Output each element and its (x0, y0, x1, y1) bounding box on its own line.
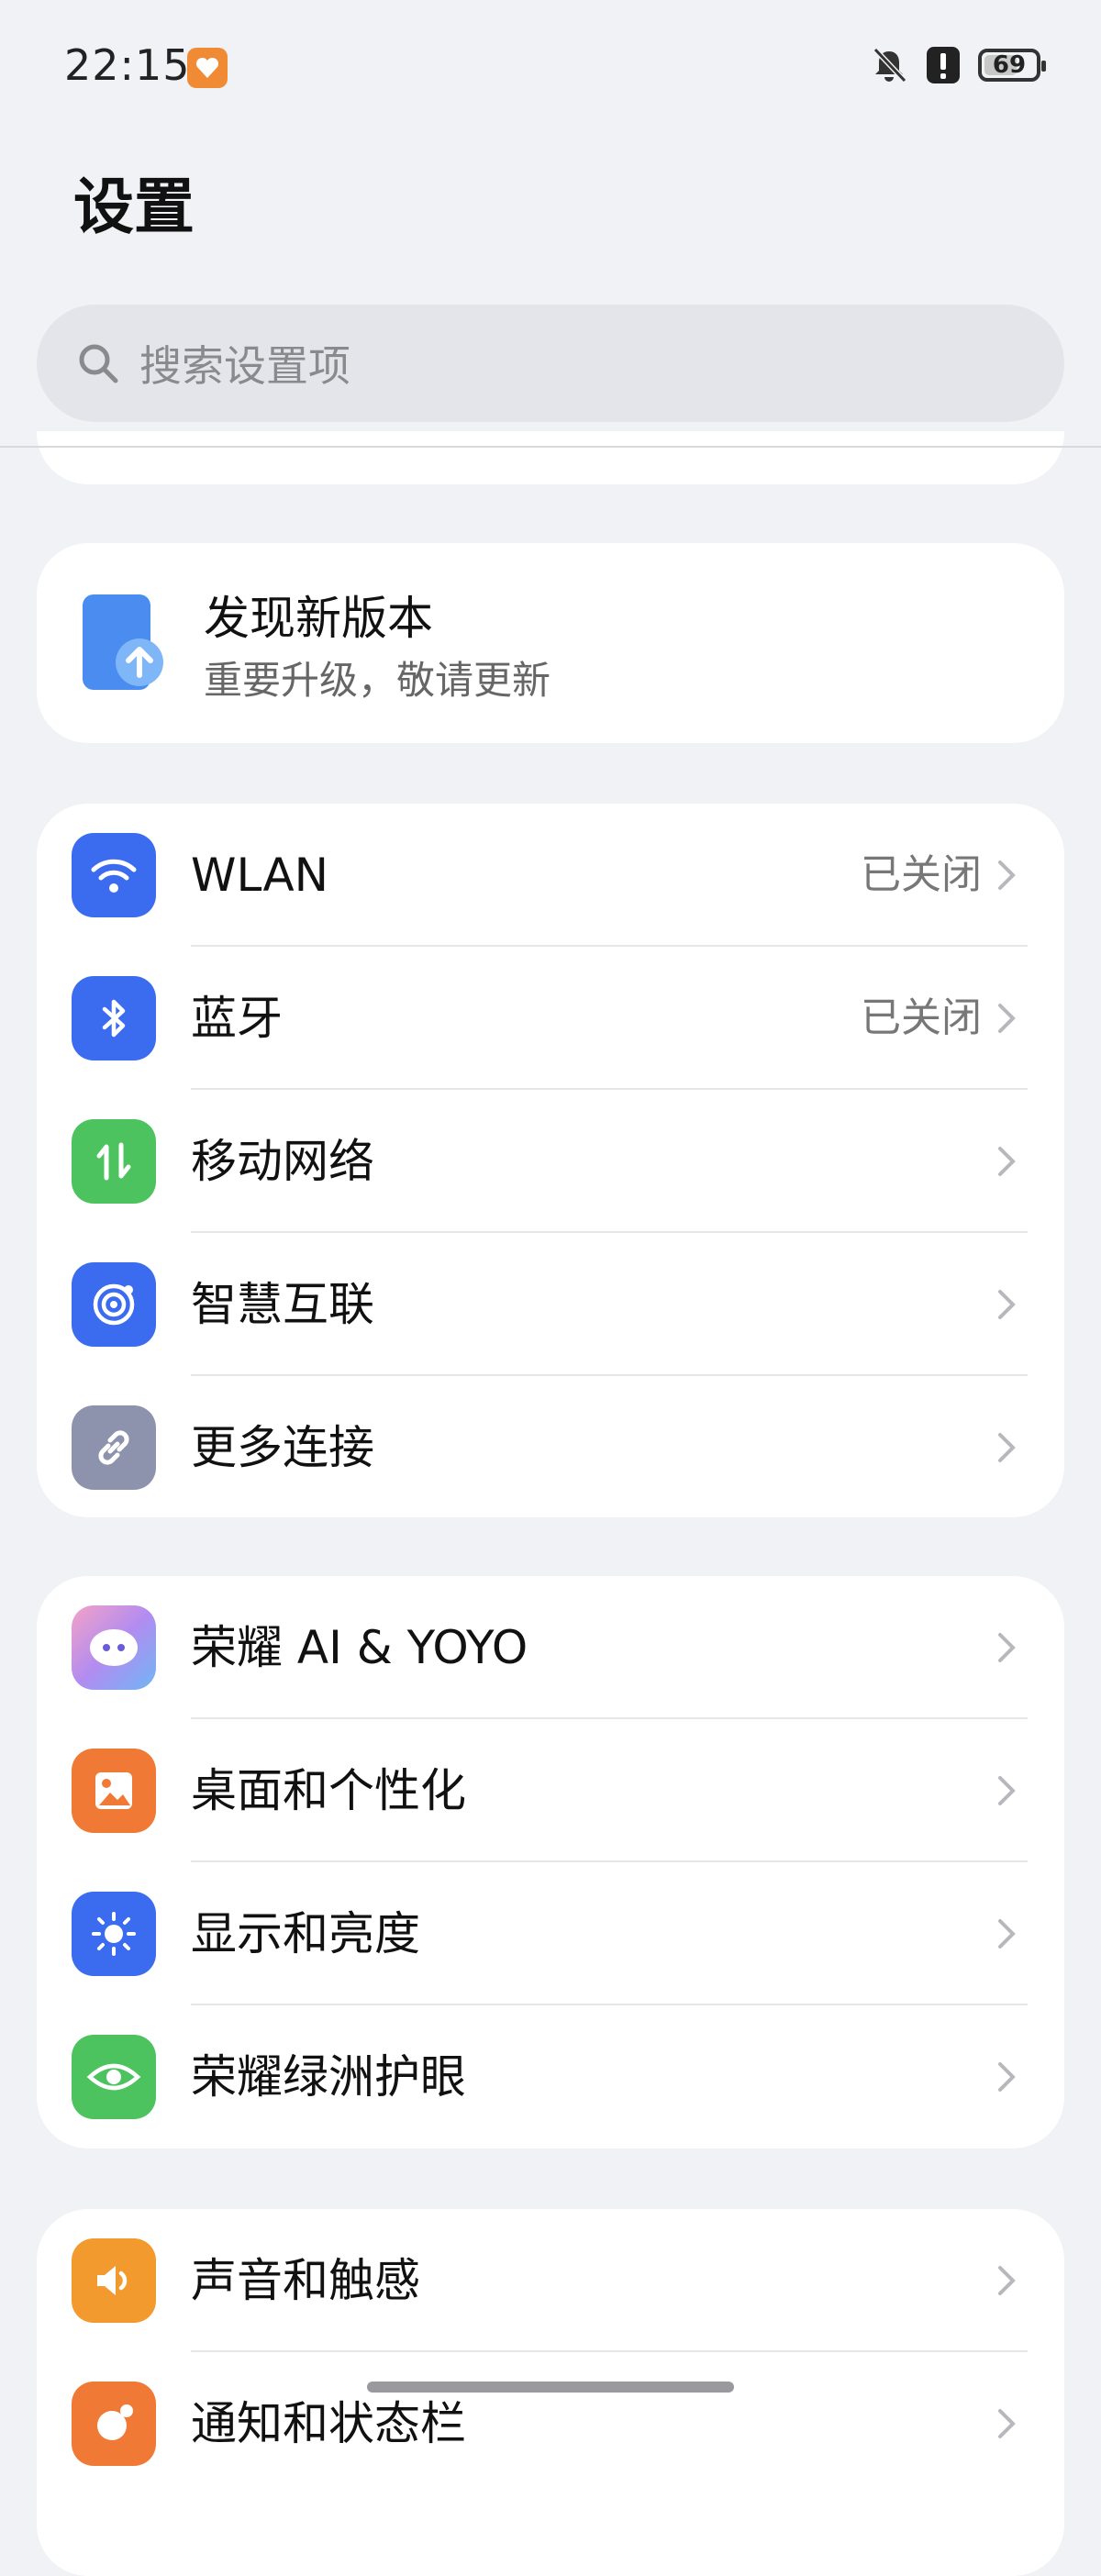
battery-icon: 69 (978, 49, 1046, 82)
chevron-right-icon (998, 2409, 1016, 2438)
search-input[interactable]: 搜索设置项 (37, 305, 1064, 422)
chevron-right-icon (998, 861, 1016, 890)
settings-item-home-screen[interactable]: 桌面和个性化 (37, 1719, 1064, 1862)
notification-icon (72, 2382, 156, 2466)
chevron-right-icon (998, 1776, 1016, 1805)
chevron-right-icon (998, 1433, 1016, 1462)
settings-item-more-connections[interactable]: 更多连接 (37, 1376, 1064, 1519)
update-title: 发现新版本 (204, 592, 433, 645)
item-value: 已关闭 (861, 994, 982, 1041)
item-label: 更多连接 (191, 1421, 374, 1474)
personalization-group: 荣耀 AI & YOYO 桌面和个性化 显示和亮度 荣耀绿洲护眼 (37, 1576, 1064, 2149)
item-label: 显示和亮度 (191, 1907, 420, 1960)
system-update-card[interactable]: 发现新版本 重要升级，敬请更新 (37, 543, 1064, 743)
settings-item-sound-haptics[interactable]: 声音和触感 (37, 2209, 1064, 2352)
chevron-right-icon (998, 2266, 1016, 2295)
update-subtitle: 重要升级，敬请更新 (204, 658, 551, 703)
eye-comfort-icon (72, 2035, 156, 2119)
link-icon (72, 1405, 156, 1490)
header-divider (0, 446, 1101, 448)
chevron-right-icon (998, 2062, 1016, 2092)
chevron-right-icon (998, 1147, 1016, 1176)
home-indicator[interactable] (367, 2382, 734, 2393)
mute-bell-icon (873, 47, 907, 83)
item-value: 已关闭 (861, 851, 982, 898)
search-placeholder: 搜索设置项 (139, 341, 350, 391)
item-label: 移动网络 (191, 1135, 374, 1188)
yoyo-assistant-icon (72, 1605, 156, 1690)
system-update-icon (83, 594, 163, 690)
item-label: 通知和状态栏 (191, 2397, 466, 2450)
mobile-data-icon (72, 1119, 156, 1204)
smart-connect-icon (72, 1262, 156, 1347)
alert-icon (927, 47, 960, 83)
status-icons: 69 (870, 46, 1046, 84)
settings-item-display-brightness[interactable]: 显示和亮度 (37, 1862, 1064, 2005)
battery-level: 69 (992, 51, 1027, 79)
wallpaper-icon (72, 1749, 156, 1833)
brightness-icon (72, 1892, 156, 1976)
chevron-right-icon (998, 1290, 1016, 1319)
search-icon (79, 344, 118, 383)
settings-item-smart-connect[interactable]: 智慧互联 (37, 1233, 1064, 1376)
settings-item-wlan[interactable]: WLAN 已关闭 (37, 804, 1064, 947)
item-label: 荣耀绿洲护眼 (191, 2050, 466, 2104)
item-label: WLAN (191, 849, 329, 902)
status-time: 22:15 (64, 40, 191, 90)
settings-item-eye-comfort[interactable]: 荣耀绿洲护眼 (37, 2005, 1064, 2149)
bluetooth-icon (72, 976, 156, 1060)
item-label: 蓝牙 (191, 992, 283, 1045)
chevron-right-icon (998, 1004, 1016, 1033)
settings-item-bluetooth[interactable]: 蓝牙 已关闭 (37, 947, 1064, 1090)
settings-item-honor-ai-yoyo[interactable]: 荣耀 AI & YOYO (37, 1576, 1064, 1719)
app-notification-icon (187, 48, 228, 88)
sound-icon (72, 2238, 156, 2323)
item-label: 智慧互联 (191, 1278, 374, 1331)
settings-item-mobile-network[interactable]: 移动网络 (37, 1090, 1064, 1233)
connectivity-group: WLAN 已关闭 蓝牙 已关闭 移动网络 智慧互联 更多连接 (37, 804, 1064, 1517)
wifi-icon (72, 833, 156, 917)
page-title: 设置 (73, 172, 195, 242)
chevron-right-icon (998, 1919, 1016, 1949)
item-label: 荣耀 AI & YOYO (191, 1621, 528, 1674)
item-label: 声音和触感 (191, 2254, 420, 2307)
account-card[interactable] (37, 431, 1064, 484)
chevron-right-icon (998, 1633, 1016, 1662)
item-label: 桌面和个性化 (191, 1764, 466, 1817)
sound-group: 声音和触感 通知和状态栏 (37, 2209, 1064, 2576)
settings-item-notifications[interactable]: 通知和状态栏 (37, 2352, 1064, 2495)
